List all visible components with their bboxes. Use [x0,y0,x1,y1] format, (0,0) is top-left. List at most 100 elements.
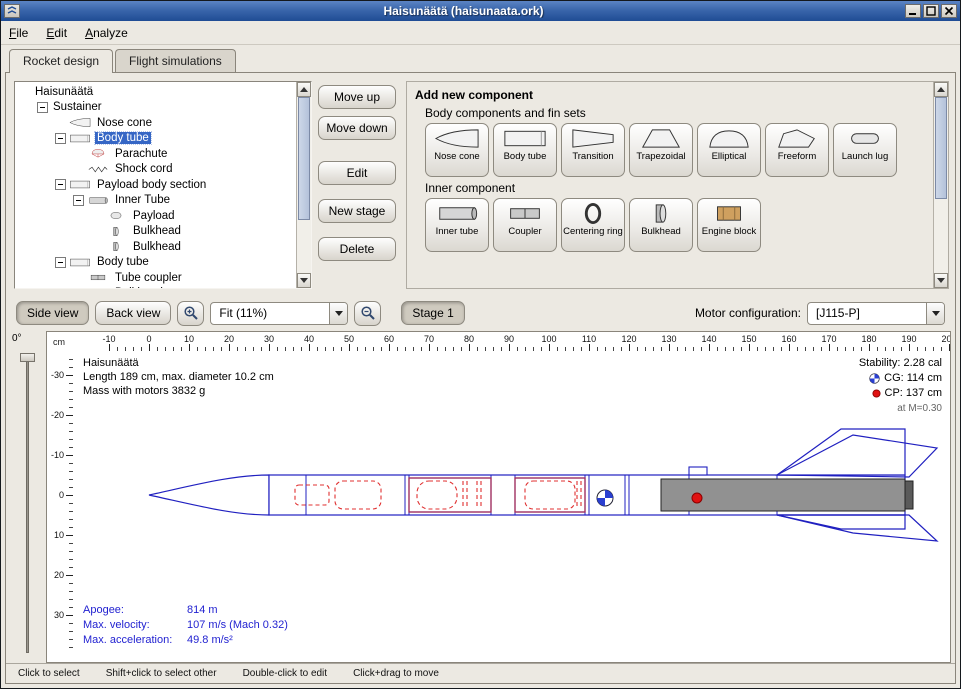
scrollbar-track[interactable] [297,97,311,273]
tree-item-haisun-t-[interactable]: Haisunäätä [17,84,296,100]
zoom-in-button[interactable] [177,301,204,326]
titlebar[interactable]: Haisunäätä (haisunaata.ork) [1,1,960,21]
tree-item-label[interactable]: Body tube [95,132,151,144]
bodytube-icon [502,127,548,150]
tree-item-label[interactable]: Shock cord [113,163,175,175]
palette-group-label: Body components and fin sets [425,106,929,120]
palette-scrollbar[interactable] [933,82,948,288]
collapse-icon[interactable] [55,257,66,268]
scrollbar-thumb[interactable] [935,97,947,199]
scroll-up-icon[interactable] [934,82,948,97]
back-view-button[interactable]: Back view [95,301,171,325]
zoom-out-button[interactable] [354,301,381,326]
nosecone-icon [69,117,91,128]
tree-action-buttons: Move up Move down Edit New stage Delete [318,81,400,289]
move-up-button[interactable]: Move up [318,85,396,109]
scroll-up-icon[interactable] [297,82,311,97]
add-trapezoidal-button[interactable]: Trapezoidal [629,123,693,177]
window-menu-icon[interactable] [4,4,20,18]
fin-shape[interactable] [777,515,937,541]
menu-analyze[interactable]: Analyze [85,26,128,40]
add-component-panel: Add new component Body components and fi… [406,81,949,289]
tabstrip: Rocket design Flight simulations [1,45,960,72]
tree-item-label[interactable]: Inner Tube [113,194,172,206]
menu-edit[interactable]: Edit [46,26,67,40]
new-stage-button[interactable]: New stage [318,199,396,223]
add-inner-tube-button[interactable]: Inner tube [425,198,489,252]
scrollbar-track[interactable] [934,97,948,273]
add-launch-lug-button[interactable]: Launch lug [833,123,897,177]
nose-cone-shape[interactable] [149,475,269,515]
rocket-canvas[interactable]: Haisunäätä Length 189 cm, max. diameter … [73,351,950,662]
launch-lug-shape[interactable] [689,467,707,475]
hint-double-click: Double-click to edit [243,668,327,679]
tree-item-label[interactable]: Payload body section [95,179,208,191]
tree-item-bulkhead[interactable]: Bulkhead [17,239,296,255]
tree-item-tube-coupler[interactable]: Tube coupler [17,270,296,286]
scrollbar-thumb[interactable] [298,97,310,220]
tree-item-label[interactable]: Bulkhead [113,287,165,288]
move-down-button[interactable]: Move down [318,116,396,140]
side-view-button[interactable]: Side view [16,301,89,325]
rotation-slider[interactable]: 0° [10,331,44,663]
add-coupler-button[interactable]: Coupler [493,198,557,252]
tree-item-label[interactable]: Sustainer [51,101,104,113]
tree-item-label[interactable]: Payload [131,210,177,222]
zoom-select[interactable]: Fit (11%) [210,302,348,325]
engineblock-icon [706,202,752,225]
tree-item-label[interactable]: Haisunäätä [33,86,95,98]
collapse-icon[interactable] [73,195,84,206]
tree-item-label[interactable]: Bulkhead [131,225,183,237]
add-elliptical-button[interactable]: Elliptical [697,123,761,177]
add-engine-block-button[interactable]: Engine block [697,198,761,252]
tree-item-sustainer[interactable]: Sustainer [17,100,296,116]
tree-item-bulkhead[interactable]: Bulkhead [17,286,296,289]
stage-1-toggle[interactable]: Stage 1 [401,301,464,325]
delete-button[interactable]: Delete [318,237,396,261]
tree-item-body-tube[interactable]: Body tube [17,131,296,147]
minimize-icon[interactable] [905,4,921,18]
rotation-slider-thumb[interactable] [20,353,35,362]
add-bulkhead-button[interactable]: Bulkhead [629,198,693,252]
tree-item-label[interactable]: Body tube [95,256,151,268]
fin-shape[interactable] [777,515,905,529]
tree-item-label[interactable]: Nose cone [95,117,154,129]
component-icon [105,241,127,252]
rotation-slider-track[interactable] [26,353,29,653]
fin-shape[interactable] [777,429,905,475]
scroll-down-icon[interactable] [934,273,948,288]
tree-scrollbar[interactable] [296,82,311,288]
tree-item-inner-tube[interactable]: Inner Tube [17,193,296,209]
tree-item-nose-cone[interactable]: Nose cone [17,115,296,131]
tree-item-shock-cord[interactable]: Shock cord [17,162,296,178]
motor-configuration-select[interactable]: [J115-P] [807,302,945,325]
collapse-icon[interactable] [55,133,66,144]
tree-item-payload[interactable]: Payload [17,208,296,224]
tree-item-body-tube[interactable]: Body tube [17,255,296,271]
add-transition-button[interactable]: Transition [561,123,625,177]
scroll-down-icon[interactable] [297,273,311,288]
tree-item-label[interactable]: Bulkhead [131,241,183,253]
coupler-icon [87,272,109,283]
tree-item-label[interactable]: Tube coupler [113,272,184,284]
edit-button[interactable]: Edit [318,161,396,185]
maximize-icon[interactable] [923,4,939,18]
collapse-icon[interactable] [37,102,48,113]
tree-item-label[interactable]: Parachute [113,148,169,160]
add-centering-ring-button[interactable]: Centering ring [561,198,625,252]
close-icon[interactable] [941,4,957,18]
menu-file[interactable]: File [9,26,28,40]
tree-item-parachute[interactable]: Parachute [17,146,296,162]
tab-flight-simulations[interactable]: Flight simulations [115,49,236,72]
add-body-tube-button[interactable]: Body tube [493,123,557,177]
add-nose-cone-button[interactable]: Nose cone [425,123,489,177]
add-freeform-button[interactable]: Freeform [765,123,829,177]
tab-rocket-design[interactable]: Rocket design [9,49,113,73]
apogee-value: 814 m [187,603,288,618]
chevron-down-icon[interactable] [926,303,944,324]
tree-item-payload-body-section[interactable]: Payload body section [17,177,296,193]
collapse-icon[interactable] [55,179,66,190]
chevron-down-icon[interactable] [329,303,347,324]
rocket-figure: cm -100102030405060708090100110120130140… [46,331,951,663]
tree-item-bulkhead[interactable]: Bulkhead [17,224,296,240]
